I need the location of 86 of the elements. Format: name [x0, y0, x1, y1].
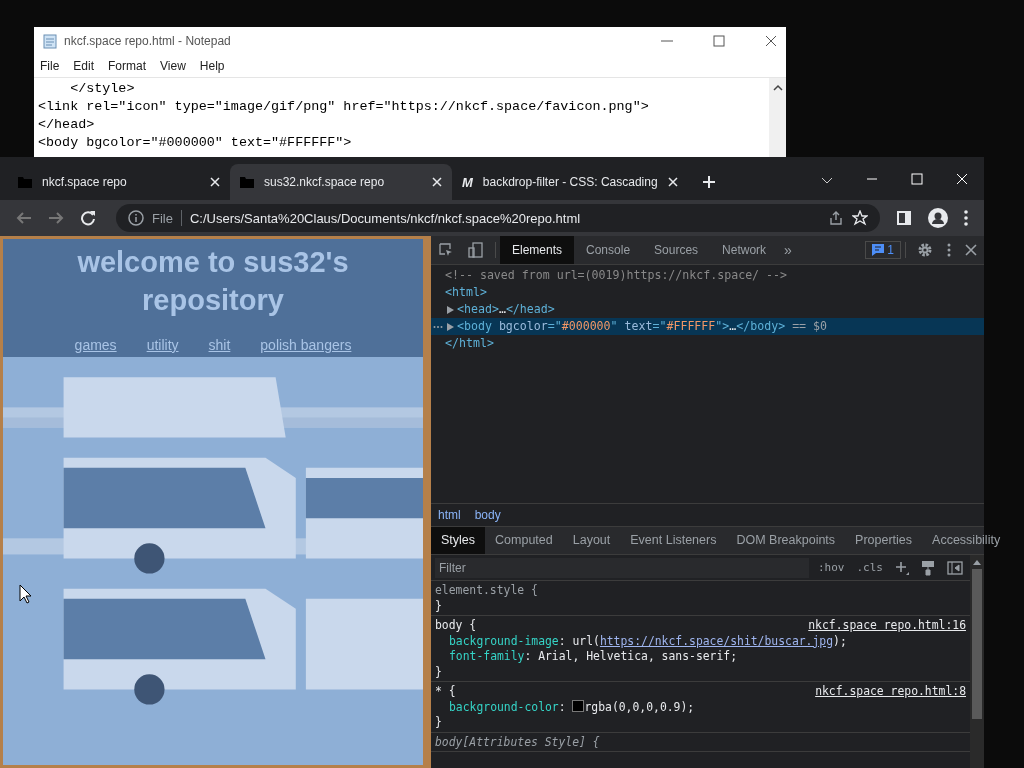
- url-link[interactable]: https://nkcf.space/shit/buscar.jpg: [599, 633, 834, 648]
- window-title: nkcf.space repo.html - Notepad: [64, 34, 231, 48]
- css-selector: body[Attributes Style] {: [435, 734, 600, 750]
- inspect-icon[interactable]: [438, 242, 454, 258]
- cursor-icon: [19, 584, 32, 604]
- more-tabs-button[interactable]: »: [778, 242, 798, 258]
- toggle-button[interactable]: .cls: [853, 561, 886, 574]
- panel-tab[interactable]: DOM Breakpoints: [726, 527, 846, 554]
- devtools-tab[interactable]: Network: [710, 236, 779, 264]
- address-bar[interactable]: File C:/Users/Santa%20Claus/Documents/nkcf/nkcf.space%20repo.html: [116, 204, 880, 232]
- panel-tab[interactable]: Layout: [562, 527, 621, 554]
- breadcrumb[interactable]: html: [438, 508, 461, 522]
- menu-icon[interactable]: [964, 210, 968, 226]
- menu-item[interactable]: View: [160, 59, 186, 73]
- message-icon: [872, 244, 885, 256]
- dom-node[interactable]: <head>…</head>: [431, 301, 984, 318]
- scheme-label: File: [152, 210, 173, 226]
- browser-tab[interactable]: M backdrop-filter - CSS: Cascading: [452, 164, 688, 200]
- source-link[interactable]: nkcf.space repo.html:16: [808, 618, 966, 634]
- page-heading: welcome to sus32's repository: [76, 245, 350, 318]
- plus-icon[interactable]: [895, 560, 909, 575]
- sidebar-toggle-icon[interactable]: [947, 560, 963, 575]
- color-swatch[interactable]: [572, 699, 585, 712]
- forward-icon[interactable]: [48, 210, 64, 226]
- css-selector: element.style {: [435, 583, 538, 599]
- filter-field[interactable]: Filter: [435, 557, 809, 578]
- site-logo: M: [462, 174, 473, 190]
- css-declaration: background-image: url(https://nkcf.space/shit/buscar.jpg);: [448, 633, 848, 649]
- star-icon[interactable]: [852, 210, 868, 226]
- scrollbar[interactable]: [769, 78, 786, 157]
- more-options-icon[interactable]: [947, 243, 951, 257]
- reload-icon[interactable]: [80, 210, 96, 226]
- code-line: <body bgcolor="#000000" text="#FFFFFF">: [38, 134, 353, 152]
- code-line: </head>: [38, 116, 96, 134]
- panel-tab[interactable]: Accessibility: [922, 527, 1011, 554]
- device-icon[interactable]: [468, 242, 484, 258]
- css-brace: }: [435, 715, 443, 731]
- dom-node[interactable]: <!-- saved from url=(0019)https://nkcf.space/ -->: [431, 267, 984, 284]
- panel-tab[interactable]: Properties: [845, 527, 923, 554]
- share-icon[interactable]: [828, 210, 844, 226]
- expand-arrow-icon[interactable]: [447, 305, 454, 314]
- browser-tab[interactable]: nkcf.space repo: [8, 164, 230, 200]
- scroll-up-icon[interactable]: [973, 559, 981, 565]
- code-line: </style>: [69, 80, 136, 98]
- dom-node[interactable]: <html>: [431, 284, 984, 301]
- css-brace: }: [435, 598, 443, 614]
- devtools-tab[interactable]: Console: [574, 236, 643, 264]
- folder-icon: [18, 176, 32, 188]
- ellipsis-icon[interactable]: [433, 325, 443, 329]
- devtools-tab[interactable]: Elements: [500, 236, 575, 264]
- side-panel-icon[interactable]: [896, 210, 912, 226]
- settings-icon[interactable]: [917, 242, 933, 258]
- menu-item[interactable]: Edit: [73, 59, 95, 73]
- dom-node[interactable]: <body bgcolor="#000000" text="#FFFFFF">…</body> == $0: [431, 318, 984, 335]
- breadcrumb[interactable]: body: [474, 508, 501, 522]
- profile-icon[interactable]: [928, 208, 948, 228]
- source-link[interactable]: nkcf.space repo.html:8: [815, 684, 966, 700]
- url-text: C:/Users/Santa%20Claus/Documents/nkcf/nkcf.space%20repo.html: [189, 210, 581, 226]
- toggle-button[interactable]: :hov: [815, 561, 848, 574]
- css-declaration: font-family: Arial, Helvetica, sans-serif;: [448, 649, 739, 665]
- paint-roller-icon[interactable]: [921, 559, 935, 576]
- expand-arrow-icon[interactable]: [447, 322, 454, 331]
- code-line: <link rel="icon" type="image/gif/png" href="https://nkcf.space/favicon.png">: [38, 98, 650, 116]
- scrollbar[interactable]: [970, 555, 984, 768]
- dom-node[interactable]: </html>: [431, 335, 984, 352]
- chevron-icon[interactable]: [821, 177, 833, 185]
- new-tab-icon[interactable]: [701, 175, 716, 189]
- folder-icon: [240, 176, 254, 188]
- panel-tab[interactable]: Event Listeners: [620, 527, 727, 554]
- css-selector: * {: [435, 684, 456, 700]
- browser-tab[interactable]: sus32.nkcf.space repo: [230, 164, 452, 200]
- back-icon[interactable]: [16, 210, 32, 226]
- info-icon[interactable]: [128, 210, 144, 226]
- panel-tab[interactable]: Styles: [431, 527, 486, 554]
- close-icon[interactable]: [764, 34, 778, 48]
- menu-item[interactable]: Format: [108, 59, 147, 73]
- devtools-tab[interactable]: Sources: [642, 236, 711, 264]
- css-selector: body {: [435, 618, 477, 634]
- css-brace: }: [435, 664, 443, 680]
- menu-item[interactable]: File: [40, 59, 60, 73]
- scroll-up-icon[interactable]: [772, 84, 783, 92]
- menu-item[interactable]: Help: [199, 59, 225, 73]
- panel-tab[interactable]: Computed: [485, 527, 563, 554]
- css-declaration: background-color: rgba(0,0,0,0.9);: [448, 699, 696, 715]
- issues-button[interactable]: 1: [865, 241, 901, 259]
- notepad-icon: [42, 33, 58, 49]
